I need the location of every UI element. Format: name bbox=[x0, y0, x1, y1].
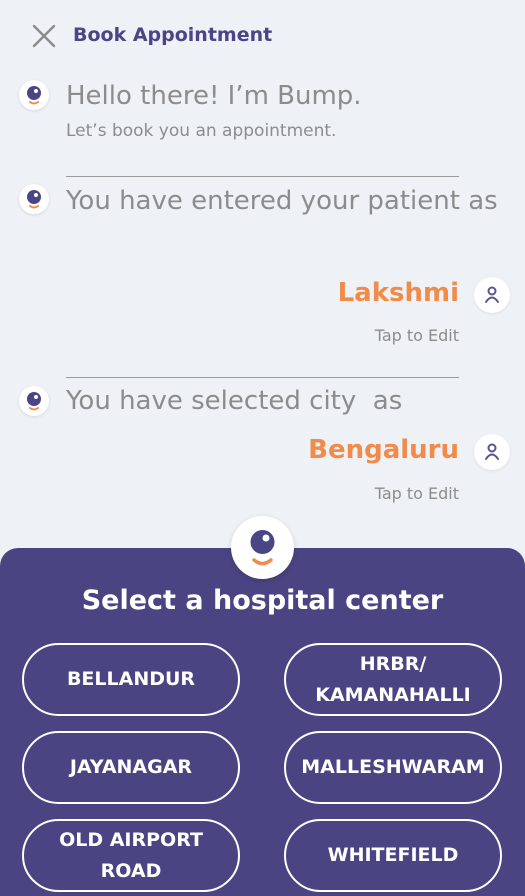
option-old-airport-road-button[interactable]: OLD AIRPORT ROAD bbox=[22, 819, 240, 892]
city-answer: Bengaluru bbox=[308, 435, 459, 465]
option-jayanagar-button[interactable]: JAYANAGAR bbox=[22, 731, 240, 804]
city-prompt: You have selected city as bbox=[66, 386, 403, 416]
option-malleshwaram-button[interactable]: MALLESHWARAM bbox=[284, 731, 502, 804]
user-icon bbox=[474, 277, 510, 313]
option-hrbr-kamanahalli-button[interactable]: HRBR/ KAMANAHALLI bbox=[284, 643, 502, 716]
option-bellandur-button[interactable]: BELLANDUR bbox=[22, 643, 240, 716]
bump-logo-icon bbox=[231, 516, 294, 579]
bot-avatar-icon bbox=[19, 184, 49, 214]
option-whitefield-button[interactable]: WHITEFIELD bbox=[284, 819, 502, 892]
header-bar: Book Appointment bbox=[0, 0, 525, 70]
divider bbox=[66, 176, 459, 177]
bot-greeting-subtitle: Let’s book you an appointment. bbox=[66, 121, 337, 141]
bot-avatar-icon bbox=[19, 386, 49, 416]
close-icon[interactable] bbox=[30, 22, 58, 50]
patient-prompt: You have entered your patient as bbox=[66, 186, 498, 216]
patient-answer: Lakshmi bbox=[337, 278, 459, 308]
bot-greeting: Hello there! I’m Bump. bbox=[66, 81, 362, 111]
page-title: Book Appointment bbox=[73, 24, 273, 46]
edit-city-link[interactable]: Tap to Edit bbox=[375, 484, 459, 503]
divider bbox=[66, 377, 459, 378]
bot-avatar-icon bbox=[19, 80, 49, 110]
edit-patient-link[interactable]: Tap to Edit bbox=[375, 326, 459, 345]
user-icon bbox=[474, 434, 510, 470]
panel-title: Select a hospital center bbox=[81, 585, 444, 616]
